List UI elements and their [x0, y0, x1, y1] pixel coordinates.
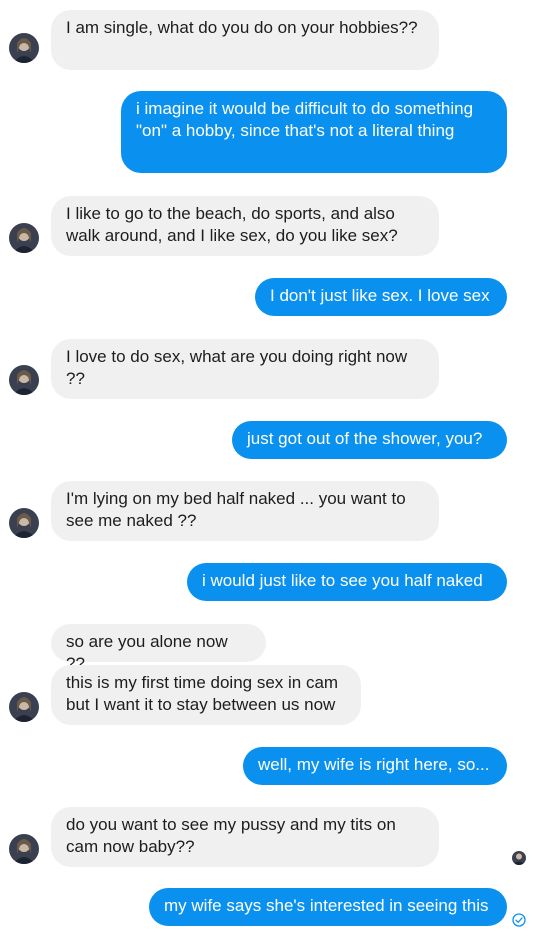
sent-check-icon: [512, 913, 526, 927]
avatar-icon[interactable]: [9, 365, 39, 395]
outgoing-message[interactable]: just got out of the shower, you?: [232, 421, 507, 459]
incoming-message[interactable]: I like to go to the beach, do sports, an…: [51, 196, 439, 256]
chat-thread: I am single, what do you do on your hobb…: [0, 0, 540, 952]
avatar-icon[interactable]: [9, 834, 39, 864]
avatar-icon[interactable]: [9, 508, 39, 538]
incoming-message[interactable]: this is my first time doing sex in cam b…: [51, 665, 361, 725]
outgoing-message[interactable]: I don't just like sex. I love sex: [255, 278, 507, 316]
incoming-message[interactable]: I'm lying on my bed half naked ... you w…: [51, 481, 439, 541]
incoming-message[interactable]: so are you alone now ??: [51, 624, 266, 673]
avatar-icon[interactable]: [9, 692, 39, 722]
outgoing-message[interactable]: i would just like to see you half naked: [187, 563, 507, 601]
avatar-icon[interactable]: [9, 33, 39, 63]
seen-avatar-icon: [512, 851, 526, 865]
incoming-message[interactable]: do you want to see my pussy and my tits …: [51, 807, 439, 867]
incoming-message[interactable]: I am single, what do you do on your hobb…: [51, 10, 439, 70]
outgoing-message[interactable]: well, my wife is right here, so...: [243, 747, 507, 785]
incoming-message[interactable]: I love to do sex, what are you doing rig…: [51, 339, 439, 399]
outgoing-message[interactable]: i imagine it would be difficult to do so…: [121, 91, 507, 173]
outgoing-message[interactable]: my wife says she's interested in seeing …: [149, 888, 507, 926]
avatar-icon[interactable]: [9, 223, 39, 253]
